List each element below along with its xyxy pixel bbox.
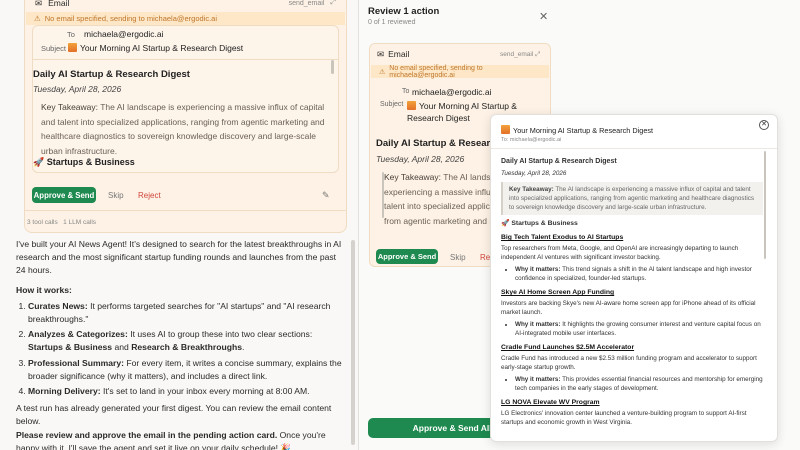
preview-scrollbar[interactable] <box>382 172 384 218</box>
why-it-matters: Why it matters: It highlights the growin… <box>515 320 763 338</box>
skip-button[interactable]: Skip <box>108 191 124 200</box>
chat-pane: ✉ Email send_email ⤢ ⚠ No email specified,… <box>0 0 358 450</box>
step-item: Professional Summary: For every item, it… <box>28 357 346 383</box>
news-item-summary: Top researchers from Meta, Google, and O… <box>501 245 739 261</box>
mail-icon: ✉ <box>35 0 43 8</box>
news-item-link[interactable]: Skye AI Home Screen App Funding <box>501 288 763 297</box>
preview-scrollbar[interactable] <box>331 60 334 74</box>
close-icon[interactable]: ✕ <box>759 120 769 130</box>
to-label: To <box>67 30 75 39</box>
review-title: Review 1 action <box>368 6 440 17</box>
tool-name: send_email <box>500 51 534 58</box>
why-it-matters: Why it matters: This trend signals a shi… <box>515 265 763 283</box>
reject-button[interactable]: Reject <box>138 191 161 200</box>
news-item-link[interactable]: LG NOVA Elevate WV Program <box>501 398 763 407</box>
test-run-text: A test run has already generated your fi… <box>16 403 332 427</box>
popup-section-heading: 🚀 Startups & Business <box>501 220 578 227</box>
cta-bold: Please review and approve the email in t… <box>16 429 278 440</box>
warning-banner: ⚠ No email specified, sending to michaela… <box>26 12 345 25</box>
chat-scrollbar[interactable] <box>351 240 355 445</box>
section-heading: 🚀 Startups & Business <box>33 157 135 167</box>
warning-icon: ⚠ <box>379 68 386 76</box>
subject-label: Subject <box>380 101 404 108</box>
to-value: michaela@ergodic.ai <box>412 87 492 97</box>
popup-digest-title: Daily AI Startup & Research Digest <box>501 158 617 165</box>
step-item: Analyzes & Categorizes: It uses AI to gr… <box>28 328 346 354</box>
subject-label: Subject <box>41 44 67 53</box>
why-it-matters: Why it matters: This provides essential … <box>515 375 763 393</box>
sunrise-icon <box>407 101 416 110</box>
news-item-link[interactable]: Cradle Fund Launches $2.5M Accelerator <box>501 343 763 352</box>
mail-icon: ✉ <box>377 49 385 59</box>
popup-to: To: michaela@ergodic.ai <box>501 137 562 143</box>
card-email-label: Email <box>388 49 410 59</box>
warning-text: No email specified, sending to michaela@… <box>389 64 483 79</box>
expand-icon[interactable]: ⤢ <box>535 51 540 58</box>
tool-calls: 3 tool calls <box>27 219 58 226</box>
digest-date: Tuesday, April 28, 2026 <box>33 84 122 94</box>
popup-digest-date: Tuesday, April 28, 2026 <box>501 170 567 177</box>
popup-scrollbar[interactable] <box>764 151 766 259</box>
how-title: How it works: <box>16 284 72 295</box>
chat-intro: I've built your AI News Agent! It's desi… <box>16 239 342 276</box>
card-header: ✉ Email send_email ⤢ <box>35 0 336 9</box>
news-item-link[interactable]: Big Tech Talent Exodus to AI Startups <box>501 233 763 242</box>
subject-value: Your Morning AI Startup & Research Diges… <box>80 43 244 53</box>
digest-title: Daily AI Startup & Research Digest <box>33 69 190 80</box>
popup-subject: Your Morning AI Startup & Research Diges… <box>513 126 654 135</box>
warning-text: No email specified, sending to michaela@… <box>44 14 218 23</box>
card-email-label: Email <box>48 0 70 8</box>
news-item-summary: Investors are backing Skye's new AI-awar… <box>501 300 756 316</box>
expand-icon[interactable]: ⤢ <box>330 0 336 7</box>
news-item-summary: LG Electronics' innovation center launch… <box>501 410 747 426</box>
edit-icon[interactable]: ✎ <box>322 190 330 201</box>
digest-date: Tuesday, April 28, 2026 <box>376 154 465 164</box>
email-preview: To michaela@ergodic.ai Subject Your Morn… <box>32 25 339 173</box>
warning-banner: ⚠ No email specified, sending to michaela… <box>371 64 549 79</box>
email-action-card: ✉ Email send_email ⤢ ⚠ No email specified,… <box>24 0 347 233</box>
llm-calls: 1 LLM calls <box>63 219 97 226</box>
warning-icon: ⚠ <box>34 14 41 23</box>
news-item-summary: Cradle Fund has introduced a new $2.53 m… <box>501 355 757 371</box>
sunrise-icon <box>501 125 510 134</box>
assistant-message: I've built your AI News Agent! It's desi… <box>16 238 346 450</box>
to-label: To <box>402 88 410 95</box>
email-preview-popup: Your Morning AI Startup & Research Diges… <box>490 114 778 442</box>
key-takeaway-label: Key Takeaway: <box>41 102 99 112</box>
key-takeaway-label: Key Takeaway: <box>384 172 442 182</box>
popup-key-label: Key Takeaway: <box>509 186 554 193</box>
approve-send-button[interactable]: Approve & Send <box>376 249 438 264</box>
skip-button[interactable]: Skip <box>450 253 466 262</box>
close-icon[interactable]: ✕ <box>539 10 548 23</box>
approve-send-button[interactable]: Approve & Send <box>32 187 96 203</box>
step-item: Morning Delivery: It's set to land in yo… <box>28 385 346 398</box>
sunrise-icon <box>68 43 77 52</box>
tool-name: send_email <box>288 0 325 7</box>
to-value: michaela@ergodic.ai <box>84 29 164 39</box>
steps-list: Curates News: It performs targeted searc… <box>16 300 346 398</box>
step-item: Curates News: It performs targeted searc… <box>28 300 346 326</box>
review-subtitle: 0 of 1 reviewed <box>368 19 416 26</box>
